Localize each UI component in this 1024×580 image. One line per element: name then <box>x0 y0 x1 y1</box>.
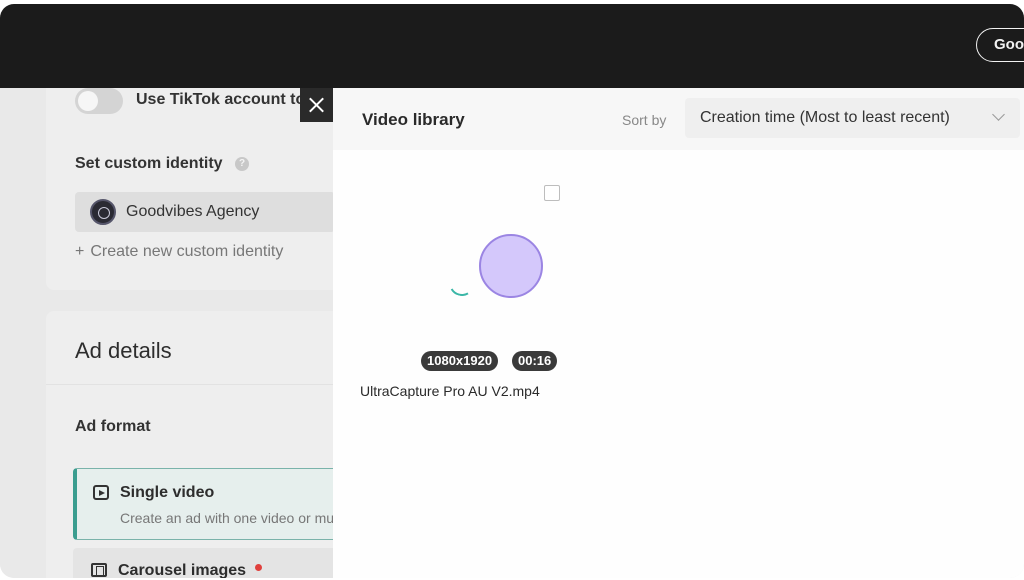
identity-select[interactable]: Goodvibes Agency <box>75 192 333 232</box>
video-card[interactable]: 1080x1920 00:16 UltraCapture Pro AU V2.m… <box>355 178 565 408</box>
avatar <box>90 199 116 225</box>
drawer-title: Video library <box>362 110 465 129</box>
identity-name: Goodvibes Agency <box>126 203 260 220</box>
help-icon[interactable]: ? <box>235 157 249 171</box>
ad-format-carousel-images[interactable]: Carousel images <box>73 548 333 578</box>
top-bar: Goodvibes Agency <box>0 4 1024 88</box>
drawer-header: Video library Sort by Creation time (Mos… <box>333 88 1024 150</box>
chevron-down-icon <box>992 108 1005 121</box>
create-identity-link[interactable]: + Create new custom identity <box>75 243 283 261</box>
close-drawer-button[interactable] <box>300 88 333 122</box>
plus-icon: + <box>75 243 85 260</box>
cursor-indicator <box>479 234 543 298</box>
carousel-icon <box>91 563 107 577</box>
ad-format-title: Ad format <box>75 418 151 435</box>
resolution-badge: 1080x1920 <box>421 351 499 371</box>
video-icon <box>93 485 109 500</box>
duration-badge: 00:16 <box>512 351 558 371</box>
tiktok-account-toggle[interactable] <box>75 88 123 114</box>
video-checkbox[interactable] <box>544 185 560 201</box>
sort-select[interactable]: Creation time (Most to least recent) <box>685 98 1020 138</box>
ad-format-description: Create an ad with one video or multiple … <box>120 510 333 526</box>
sort-value: Creation time (Most to least recent) <box>700 109 950 126</box>
app-window: Goodvibes Agency Use TikTok account to d… <box>0 4 1024 578</box>
divider <box>46 384 333 385</box>
toggle-knob <box>78 91 98 111</box>
video-library-drawer: Video library Sort by Creation time (Mos… <box>333 88 1024 578</box>
sort-label: Sort by <box>622 112 667 128</box>
custom-identity-title: Set custom identity <box>75 155 223 172</box>
new-badge-dot <box>255 564 262 571</box>
video-filename: UltraCapture Pro AU V2.mp4 <box>360 383 540 399</box>
ad-details-title: Ad details <box>75 338 172 363</box>
ad-form-panel: Use TikTok account to deliver Spark Ads … <box>0 88 333 578</box>
ad-format-label: Carousel images <box>118 562 247 578</box>
account-button[interactable]: Goodvibes Agency <box>976 28 1024 62</box>
create-identity-label: Create new custom identity <box>90 243 284 260</box>
ad-format-label: Single video <box>120 484 215 501</box>
ad-format-single-video[interactable]: Single video Create an ad with one video… <box>73 468 333 540</box>
loading-spinner-icon <box>446 267 478 299</box>
